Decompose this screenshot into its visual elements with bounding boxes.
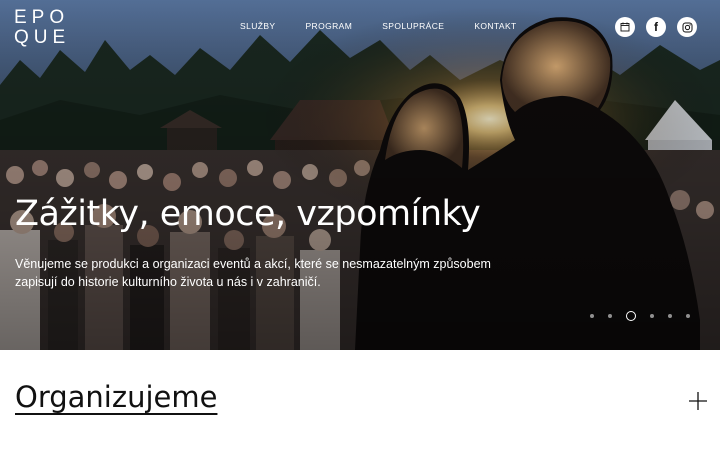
slider-dot-2[interactable] (608, 314, 612, 318)
menu-item-kontakt[interactable]: KONTAKT (474, 21, 516, 31)
expand-button[interactable] (689, 392, 707, 410)
slider-dot-1[interactable] (590, 314, 594, 318)
calendar-icon (620, 22, 630, 32)
menu-item-spoluprace[interactable]: SPOLUPRÁCE (382, 21, 444, 31)
menu-item-sluzby[interactable]: SLUŽBY (240, 21, 275, 31)
instagram-button[interactable] (677, 17, 697, 37)
hero-title: Zážitky, emoce, vzpomínky (15, 194, 481, 234)
plus-icon (689, 392, 707, 410)
logo-line-2: QUE (14, 27, 71, 48)
facebook-button[interactable]: f (646, 17, 666, 37)
slider-dot-5[interactable] (668, 314, 672, 318)
hero-banner: EPO QUE SLUŽBY PROGRAM SPOLUPRÁCE KONTAK… (0, 0, 720, 350)
slider-dot-3-active[interactable] (626, 311, 636, 321)
logo-line-1: EPO (14, 7, 70, 28)
top-navigation: EPO QUE SLUŽBY PROGRAM SPOLUPRÁCE KONTAK… (0, 0, 720, 60)
social-links: f (615, 17, 697, 37)
hero-description: Věnujeme se produkci a organizaci eventů… (15, 257, 491, 289)
slider-dot-6[interactable] (686, 314, 690, 318)
menu-item-program[interactable]: PROGRAM (305, 21, 352, 31)
instagram-icon (682, 22, 692, 32)
main-menu: SLUŽBY PROGRAM SPOLUPRÁCE KONTAKT (240, 21, 547, 31)
section-title[interactable]: Organizujeme (15, 380, 217, 414)
slider-dot-4[interactable] (650, 314, 654, 318)
facebook-icon: f (654, 20, 658, 34)
epoque-logo[interactable]: EPO QUE (14, 8, 104, 47)
calendar-button[interactable] (615, 17, 635, 37)
organizujeme-section: Organizujeme (0, 350, 720, 450)
slider-pagination (590, 311, 690, 321)
